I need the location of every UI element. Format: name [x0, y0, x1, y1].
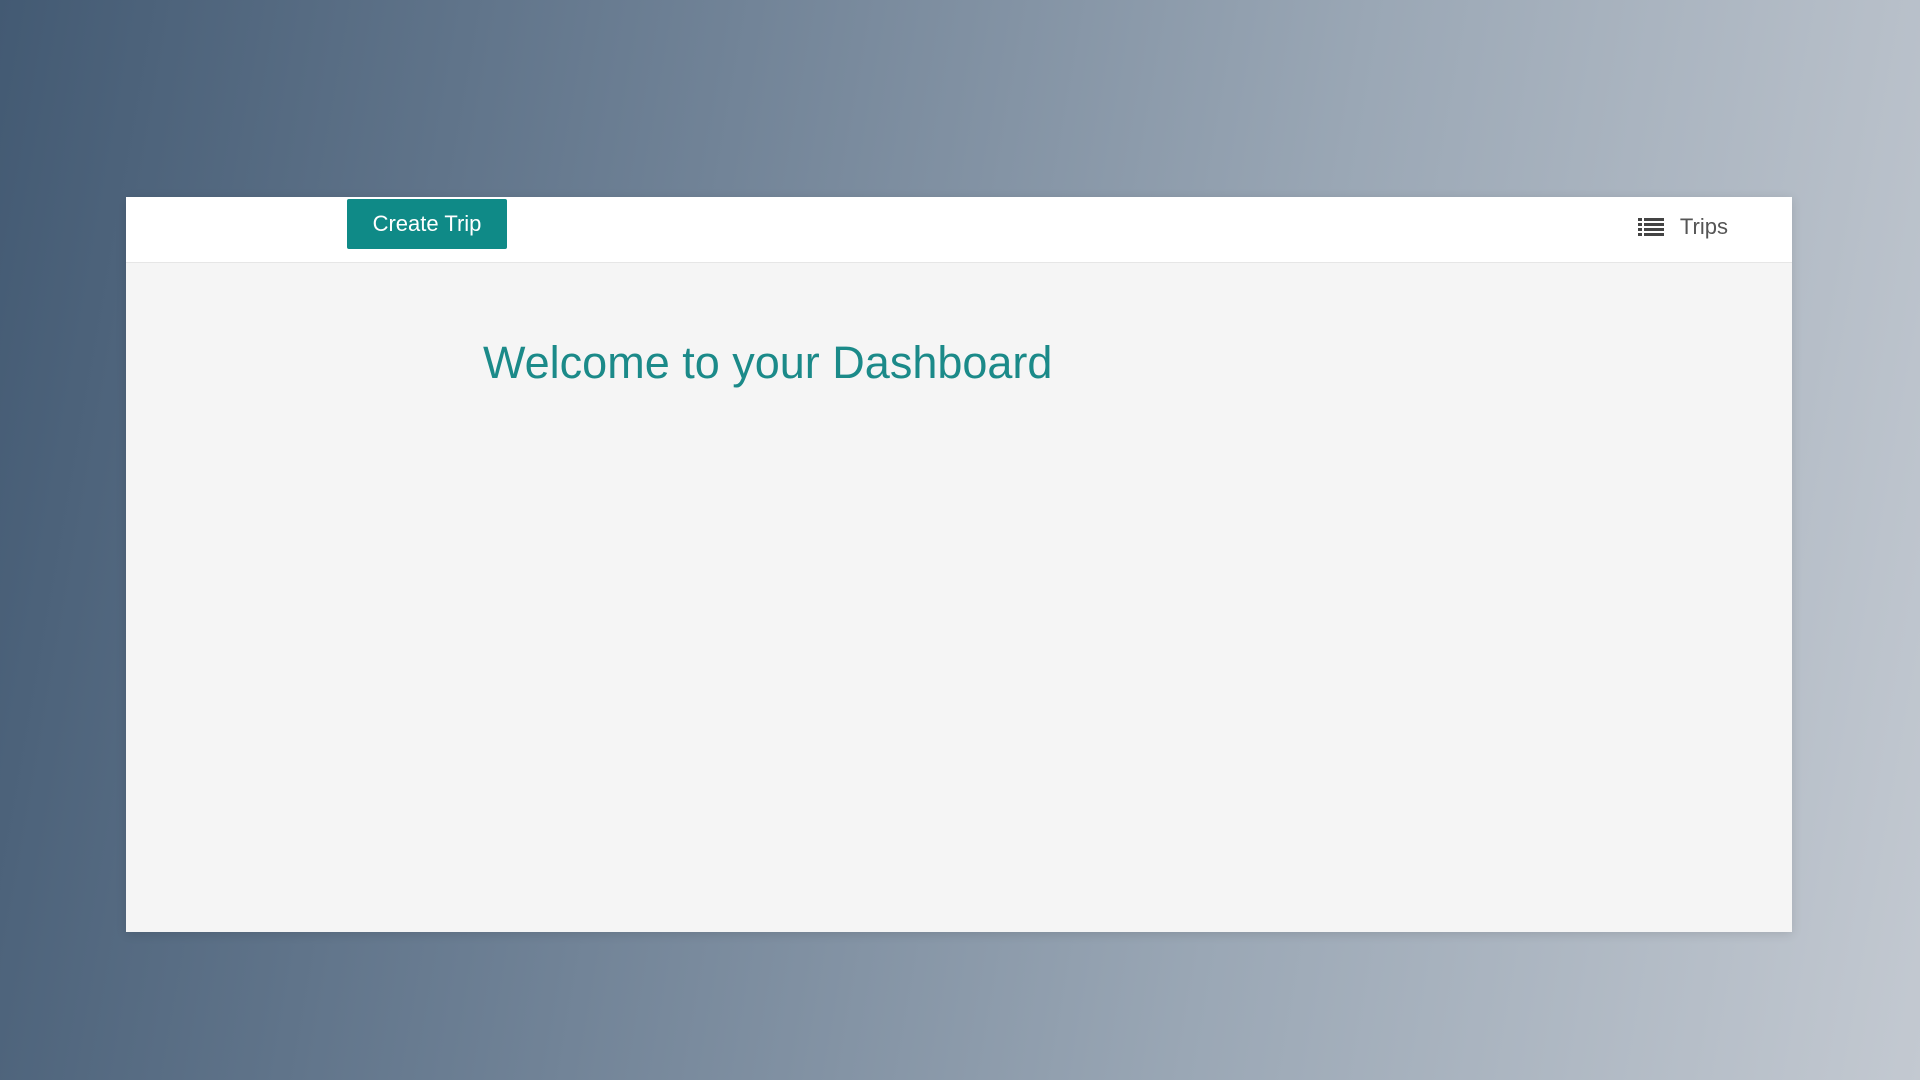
page-title: Welcome to your Dashboard: [483, 337, 1053, 388]
top-bar: Create Trip Trips: [126, 197, 1792, 263]
create-trip-button[interactable]: Create Trip: [347, 199, 507, 249]
list-icon: [1637, 217, 1664, 237]
trips-label: Trips: [1679, 214, 1728, 239]
trips-nav-link[interactable]: Trips: [1637, 214, 1728, 240]
app-window: Create Trip Trips Welcome to your Dashbo…: [126, 197, 1792, 932]
